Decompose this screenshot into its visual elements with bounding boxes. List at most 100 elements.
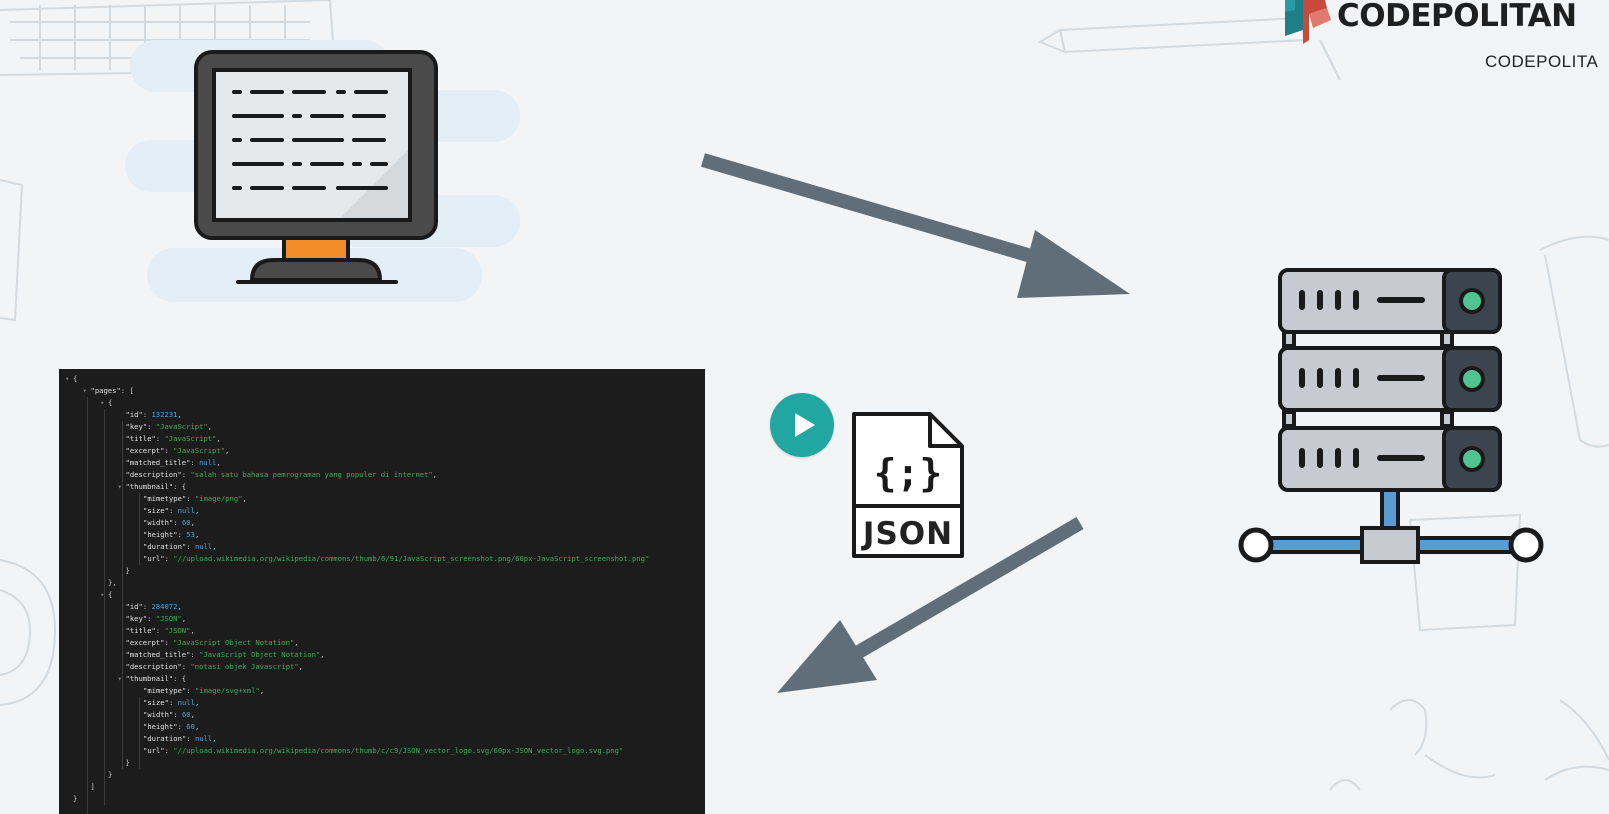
code-line: "size": null, (143, 505, 199, 517)
brand-watermark: CODEPOLITA (1485, 52, 1599, 71)
code-line: } (126, 565, 130, 577)
code-token-punc: , (216, 434, 221, 443)
code-token-punc: , (190, 518, 195, 527)
code-token-punc: , (298, 662, 303, 671)
code-token-key: "description" (125, 662, 182, 671)
code-token-key: "width" (143, 518, 174, 527)
code-line: ] (91, 781, 95, 793)
code-token-key: "excerpt" (125, 638, 165, 647)
code-token-key: "duration" (143, 734, 187, 743)
code-fold-toggle[interactable]: ▾ (83, 385, 87, 397)
code-line: }, (108, 577, 117, 589)
code-token-key: "height" (143, 722, 178, 731)
code-token-key: "duration" (143, 542, 187, 551)
play-icon (795, 413, 815, 437)
code-line: "url": "//upload.wikimedia.org/wikipedia… (143, 745, 623, 757)
code-token-punc: , (177, 410, 182, 419)
code-token-punc: : (173, 710, 182, 719)
code-token-key: "matched_title" (125, 458, 191, 467)
code-token-str: "JSON" (164, 626, 191, 635)
code-token-str: "//upload.wikimedia.org/wikipedia/common… (173, 746, 624, 755)
code-token-str: "JavaScript Object Notation" (199, 650, 321, 659)
code-token-punc: : (168, 698, 178, 707)
server-rack-icon (1238, 268, 1544, 564)
code-token-punc: : (164, 746, 174, 755)
code-line: "size": null, (143, 697, 199, 709)
code-token-num: 60 (181, 518, 191, 527)
code-token-str: "JavaScript" (164, 434, 217, 443)
code-token-key: "key" (125, 422, 148, 431)
code-token-key: "thumbnail" (125, 674, 174, 683)
code-line: "description": "salah satu bahasa pemrog… (126, 469, 438, 481)
code-token-punc: , (320, 650, 325, 659)
code-token-num: 60 (181, 710, 191, 719)
code-token-null: null (194, 734, 213, 743)
code-line: "width": 60, (143, 517, 195, 529)
codepolitan-logo-icon (1285, 0, 1331, 44)
code-token-punc: : (186, 494, 195, 503)
code-token-num: 132231 (151, 410, 178, 419)
code-line: "id": 132231, (126, 409, 182, 421)
code-token-key: "title" (125, 626, 156, 635)
code-token-punc: , (190, 710, 195, 719)
json-code-viewer: ▾{▾ "pages": [▾{"id": 132231, "key": "Java… (59, 369, 705, 814)
code-line: "excerpt": "JavaScript", (126, 445, 230, 457)
code-token-punc: : (177, 530, 187, 539)
code-token-punc: : (186, 686, 195, 695)
code-token-str: "image/png" (194, 494, 243, 503)
code-token-key: "pages" (90, 386, 121, 395)
indent-guide (121, 421, 123, 613)
code-token-punc: { (108, 590, 113, 599)
code-token-key: "height" (143, 530, 178, 539)
code-token-key: "matched_title" (125, 650, 191, 659)
code-token-punc: : (164, 554, 174, 563)
monitor-icon (194, 50, 438, 284)
code-token-punc: { (73, 374, 78, 383)
code-token-str: "JSON" (155, 614, 182, 623)
code-line: "pages": [ (91, 385, 134, 397)
code-line: { (108, 589, 112, 601)
play-button[interactable] (770, 393, 834, 457)
code-token-punc: : (164, 446, 174, 455)
code-token-punc: , (259, 686, 265, 695)
code-token-punc: : (173, 518, 182, 527)
code-token-punc: , (294, 638, 299, 647)
code-token-key: "title" (125, 434, 156, 443)
code-token-null: null (199, 458, 217, 467)
code-token-num: 53 (186, 530, 195, 539)
code-token-punc: : (164, 638, 174, 647)
code-token-null: null (177, 506, 195, 515)
code-line: "matched_title": "JavaScript Object Nota… (126, 649, 325, 661)
brand-name: CODEPOLITAN (1337, 0, 1577, 34)
code-line: { (73, 373, 77, 385)
code-token-key: "url" (143, 554, 165, 563)
code-token-punc: } (125, 566, 130, 575)
code-token-num: 60 (186, 722, 195, 731)
code-line: "mimetype": "image/svg+xml", (143, 685, 264, 697)
code-token-str: "notasi objek Javascript" (190, 662, 299, 671)
code-token-punc: : { (173, 482, 187, 491)
code-line: "height": 53, (143, 529, 199, 541)
indent-guide (86, 397, 88, 814)
code-token-str: "JavaScript" (155, 422, 208, 431)
code-token-punc: : (177, 722, 187, 731)
code-token-punc: } (73, 794, 78, 803)
code-line: "width": 60, (143, 709, 195, 721)
code-token-punc: , (194, 698, 200, 707)
code-line: "key": "JavaScript", (126, 421, 213, 433)
code-token-punc: , (225, 446, 230, 455)
code-token-num: 284072 (151, 602, 178, 611)
code-token-punc: , (216, 458, 221, 467)
code-token-str: "JavaScript" (173, 446, 226, 455)
code-line: "key": "JSON", (126, 613, 187, 625)
code-token-punc: { (108, 398, 113, 407)
code-token-punc: : (186, 734, 195, 743)
code-fold-toggle[interactable]: ▾ (65, 373, 69, 385)
code-token-null: null (194, 542, 213, 551)
code-line: "url": "//upload.wikimedia.org/wikipedia… (143, 553, 649, 565)
code-token-punc: , (194, 530, 200, 539)
code-token-punc: } (108, 770, 113, 779)
code-line: "height": 60, (143, 721, 199, 733)
code-fold-toggle[interactable]: ▾ (100, 397, 104, 409)
code-line: "excerpt": "JavaScript Object Notation", (126, 637, 299, 649)
